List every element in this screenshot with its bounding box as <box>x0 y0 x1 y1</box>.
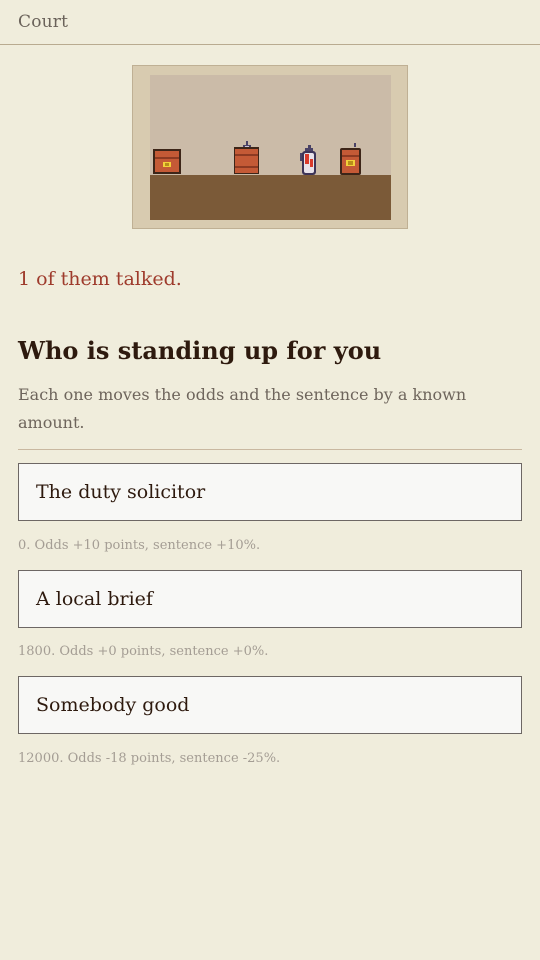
scene-illustration <box>132 65 408 229</box>
option-button-local-brief[interactable]: A local brief <box>18 570 522 628</box>
top-bar: Court <box>0 0 540 45</box>
option-button-duty-solicitor[interactable]: The duty solicitor <box>18 463 522 521</box>
section-heading: Who is standing up for you <box>18 336 382 365</box>
option-button-somebody-good[interactable]: Somebody good <box>18 676 522 734</box>
section-subtitle: Each one moves the odds and the sentence… <box>18 385 467 432</box>
option-description-duty-solicitor: 0. Odds +10 points, sentence +10%. <box>18 538 261 553</box>
talked-status-text: 1 of them talked. <box>18 268 182 290</box>
option-description-somebody-good: 12000. Odds -18 points, sentence -25%. <box>18 751 281 766</box>
divider <box>18 449 522 450</box>
scene-floor <box>150 175 391 220</box>
page-title: Court <box>18 12 69 32</box>
option-description-local-brief: 1800. Odds +0 points, sentence +0%. <box>18 644 269 659</box>
briefcase-icon <box>153 149 181 174</box>
scene-canvas <box>150 75 391 220</box>
